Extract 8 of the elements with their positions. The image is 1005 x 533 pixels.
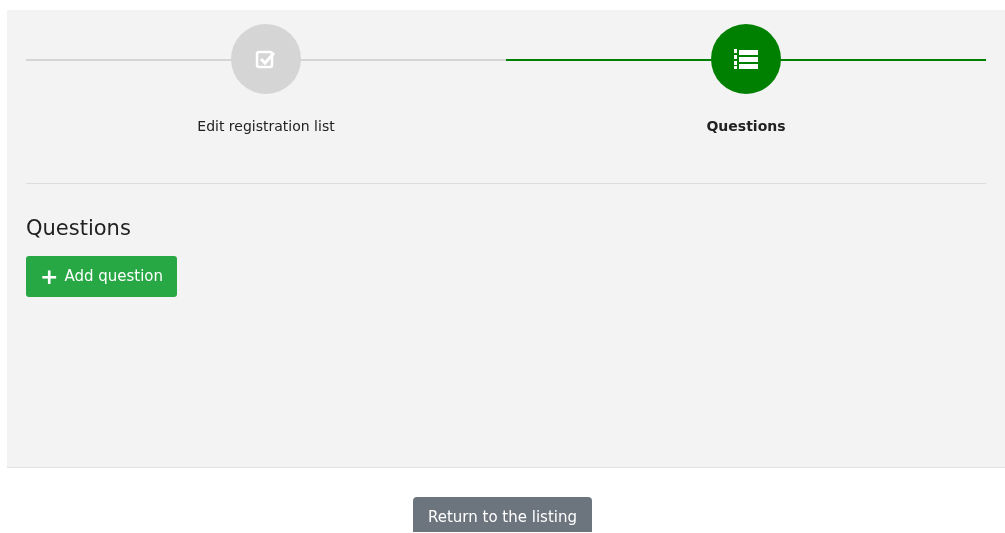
plus-icon: + xyxy=(40,265,59,288)
step-label: Questions xyxy=(706,117,786,136)
list-icon xyxy=(733,47,759,71)
add-question-button[interactable]: + Add question xyxy=(26,256,178,297)
checkbox-icon xyxy=(255,48,277,70)
return-button[interactable]: Return to the listing xyxy=(413,497,592,532)
section-heading: Questions xyxy=(26,215,132,242)
step-label: Edit registration list xyxy=(197,117,335,136)
